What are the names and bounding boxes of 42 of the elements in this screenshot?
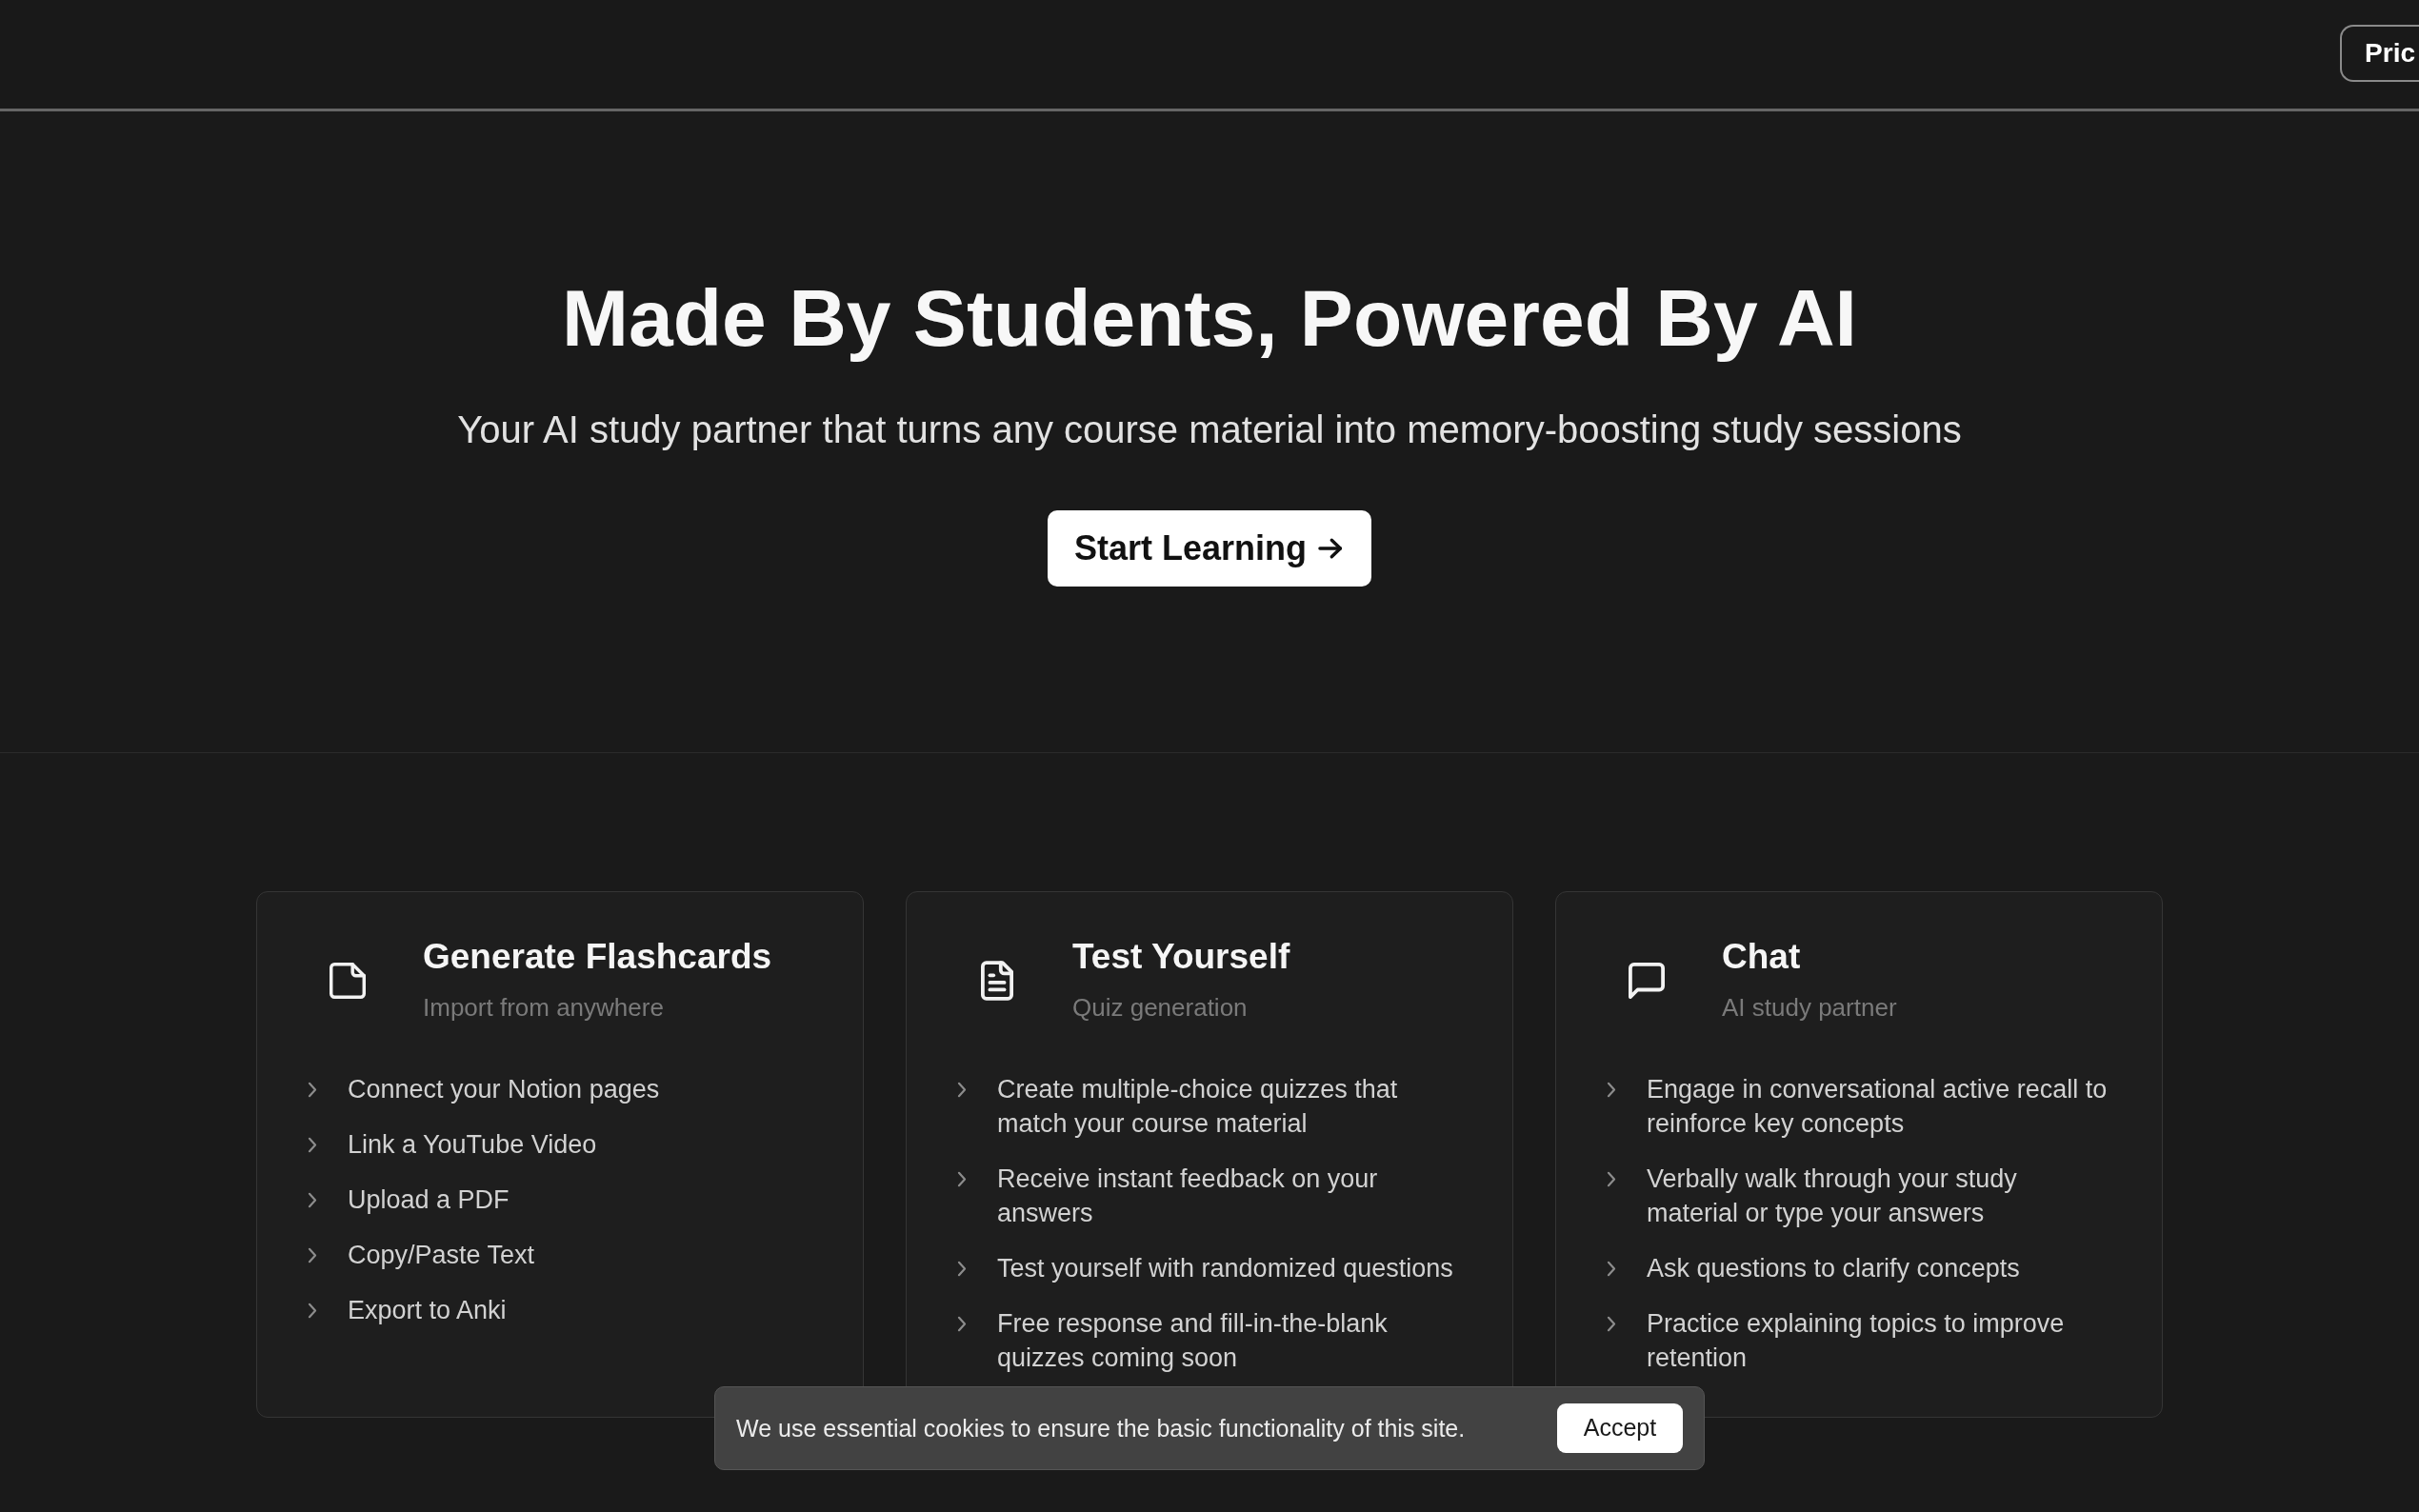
feature-list-item: Test yourself with randomized questions — [997, 1253, 1454, 1284]
feature-list-item: Link a YouTube Video — [348, 1129, 598, 1161]
chevron-right-icon — [957, 1316, 967, 1332]
card-subtitle: Quiz generation — [1072, 992, 1249, 1024]
start-learning-button[interactable]: Start Learning — [1047, 510, 1371, 587]
chevron-right-icon — [957, 1082, 967, 1098]
feature-list-item: Upload a PDF — [348, 1184, 510, 1216]
feature-list-item: Export to Anki — [348, 1295, 508, 1326]
chevron-right-icon — [308, 1082, 317, 1098]
feature-list-item: Create multiple-choice quizzes that match your course material — [997, 1074, 1399, 1140]
feature-list-item: Copy/Paste Text — [348, 1240, 536, 1271]
feature-list-item: Free response and fill-in-the-blank quizzes coming soon — [997, 1308, 1389, 1374]
feature-list-item: Practice explaining topics to improve retention — [1647, 1308, 2066, 1374]
feature-list-item: Ask questions to clarify concepts — [1647, 1253, 2021, 1284]
chevron-right-icon — [308, 1247, 317, 1263]
chevron-right-icon — [1607, 1261, 1616, 1277]
pricing-button[interactable]: Pric — [2340, 25, 2419, 82]
feature-list-item: Connect your Notion pages — [348, 1074, 661, 1105]
chevron-right-icon — [1607, 1082, 1616, 1098]
chevron-right-icon — [957, 1261, 967, 1277]
feature-list-item: Engage in conversational active recall to reinforce key concepts — [1647, 1074, 2109, 1140]
card-title: Chat — [1722, 936, 1802, 978]
hero-title: Made By Students, Powered By AI — [562, 272, 1857, 365]
file-icon — [330, 962, 366, 999]
accept-button[interactable]: Accept — [1557, 1403, 1683, 1453]
card-title: Test Yourself — [1072, 936, 1290, 978]
card-subtitle: Import from anywhere — [423, 992, 665, 1024]
feature-list-item: Verbally walk through your study material or type your answers — [1647, 1164, 2018, 1229]
chevron-right-icon — [308, 1137, 317, 1153]
feature-list-item: Receive instant feedback on your answers — [997, 1164, 1379, 1229]
hero-subtitle: Your AI study partner that turns any course material into memory-boosting study sessions — [457, 408, 1962, 452]
chevron-right-icon — [308, 1192, 317, 1208]
chevron-right-icon — [1607, 1316, 1616, 1332]
chevron-right-icon — [308, 1303, 317, 1319]
document-icon — [981, 960, 1013, 1001]
chevron-right-icon — [1607, 1171, 1616, 1187]
chat-bubble-icon — [1629, 962, 1665, 999]
card-title: Generate Flashcards — [423, 936, 772, 978]
chevron-right-icon — [957, 1171, 967, 1187]
cookie-message: We use essential cookies to ensure the basic functionality of this site. — [736, 1414, 1466, 1443]
card-subtitle: AI study partner — [1722, 992, 1897, 1024]
arrow-right-icon — [1318, 537, 1343, 560]
